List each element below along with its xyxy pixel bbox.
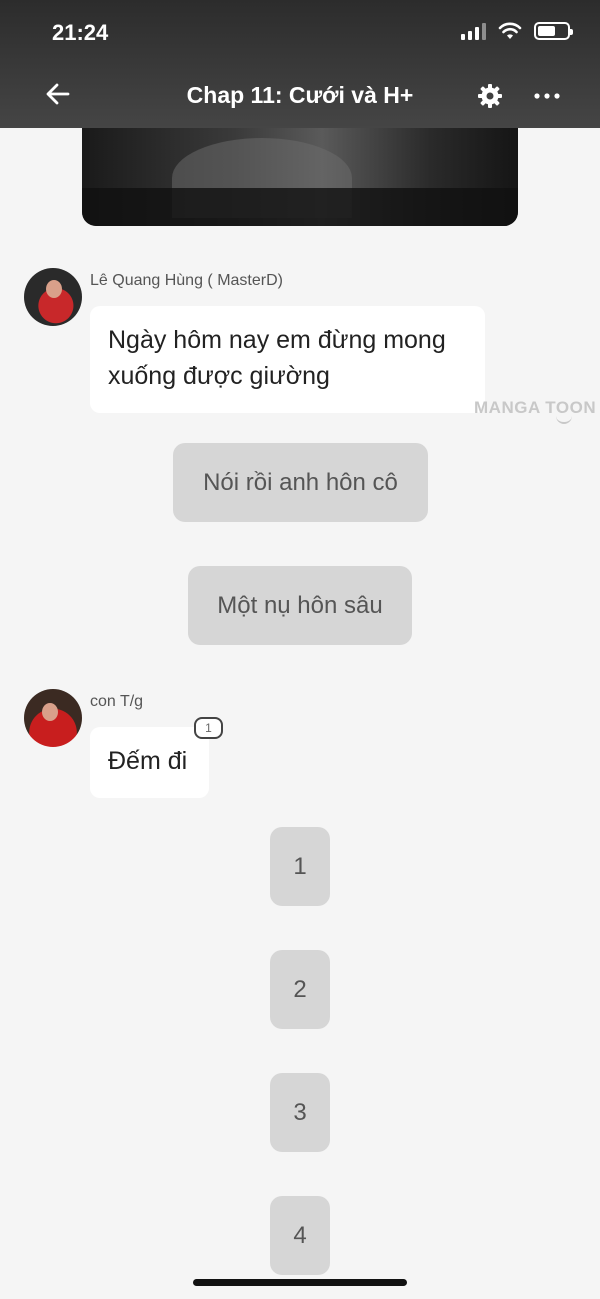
comment-count-badge[interactable]: 1 — [194, 717, 223, 739]
message-bubble: Đếm đi — [90, 727, 209, 798]
message-text-line: xuống được giường — [108, 362, 330, 390]
more-options-icon[interactable] — [532, 82, 562, 110]
sender-name: Lê Quang Hùng ( MasterD) — [90, 272, 283, 289]
avatar-le-quang-hung[interactable] — [24, 268, 82, 326]
choice-button[interactable]: Nói rồi anh hôn cô — [173, 443, 428, 522]
status-icons — [461, 22, 573, 40]
gear-icon[interactable] — [476, 82, 504, 110]
app-header: 21:24 Chap 11: Cưới và H+ — [0, 0, 600, 128]
message-bubble: Ngày hôm nay em đừng mong xuống được giư… — [90, 306, 485, 413]
choice-button-count[interactable]: 4 — [270, 1196, 330, 1275]
sender-name: con T/g — [90, 693, 144, 710]
battery-icon — [534, 22, 573, 40]
chapter-title: Chap 11: Cưới và H+ — [186, 82, 414, 108]
mangatoon-watermark: MANGA TOON — [474, 398, 596, 424]
choice-button-count[interactable]: 1 — [270, 827, 330, 906]
avatar-con-tg[interactable] — [24, 689, 82, 747]
story-image — [82, 128, 518, 226]
choice-button-count[interactable]: 3 — [270, 1073, 330, 1152]
choice-button[interactable]: Một nụ hôn sâu — [188, 566, 412, 645]
choice-button-count[interactable]: 2 — [270, 950, 330, 1029]
message-text: Đếm đi — [108, 747, 188, 775]
status-time: 21:24 — [52, 20, 109, 45]
wifi-icon — [498, 22, 522, 39]
message-text-line: Ngày hôm nay em đừng mong — [108, 326, 446, 354]
signal-icon — [461, 22, 486, 40]
home-indicator[interactable] — [193, 1279, 407, 1286]
